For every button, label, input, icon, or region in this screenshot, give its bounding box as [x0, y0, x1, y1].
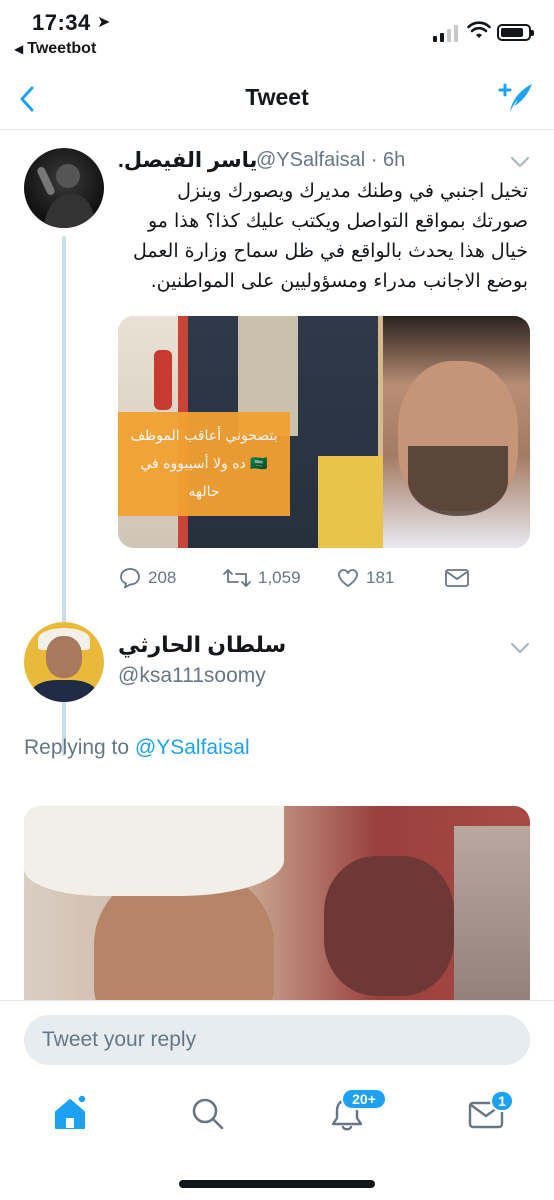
messages-badge: 1 [490, 1090, 514, 1112]
display-name[interactable]: سلطان الحارثي [118, 632, 286, 658]
photo-caption: بتصحوني أعاقب الموظف 🇸🇦 ده ولا أسيبووه ف… [118, 412, 290, 516]
chevron-down-icon[interactable] [510, 642, 530, 654]
reply-count: 208 [148, 568, 177, 587]
nav-bar: Tweet [0, 68, 554, 130]
back-to-app-button[interactable]: ◀ Tweetbot [14, 40, 96, 58]
tweet-header: ياسر الفيصل. @YSalfaisal · 6h [118, 148, 530, 178]
reply-icon [120, 568, 140, 589]
fire-extinguisher [154, 350, 172, 410]
location-icon: ➤ [97, 14, 111, 31]
compose-tweet-icon[interactable] [496, 80, 534, 116]
tweet-text: تخيل اجنبي في وطنك مديرك ويصورك وينزل صو… [133, 180, 528, 292]
car-headrest [324, 856, 454, 996]
reply-composer [0, 1000, 554, 1076]
like-count: 181 [366, 568, 395, 587]
status-bar: 17:34 ➤ ◀ Tweetbot [0, 0, 554, 68]
heart-icon [338, 569, 358, 587]
envelope-icon [445, 569, 469, 587]
back-app-label: Tweetbot [27, 40, 97, 57]
avatar[interactable] [24, 148, 104, 228]
reply-photo[interactable] [24, 806, 530, 1026]
tweet-actions: 208 1,059 181 [118, 564, 478, 592]
avatar[interactable] [24, 622, 104, 702]
tab-bar: 20+ 1 [0, 1076, 554, 1200]
chevron-down-icon[interactable] [510, 156, 530, 168]
page-title: Tweet [245, 84, 309, 110]
reply-button[interactable]: 208 [118, 564, 176, 592]
retweet-count: 1,059 [258, 568, 301, 587]
status-time: 17:34 [32, 10, 91, 35]
replying-prefix: Replying to [24, 736, 135, 759]
search-icon[interactable] [188, 1094, 228, 1134]
retweet-icon [223, 569, 251, 587]
share-via-message-button[interactable] [444, 564, 470, 592]
handle[interactable]: @ksa111soomy [118, 664, 266, 688]
avatar-portrait [37, 164, 96, 228]
cellular-signal-icon [433, 24, 458, 42]
wifi-icon [467, 21, 491, 38]
like-button[interactable]: 181 [336, 564, 394, 592]
timestamp: · 6h [370, 149, 406, 171]
display-name[interactable]: ياسر الفيصل. [118, 148, 257, 173]
home-icon[interactable] [50, 1094, 90, 1134]
home-indicator [179, 1180, 375, 1188]
battery-icon [497, 24, 534, 41]
replying-to: Replying to @YSalfaisal [24, 736, 250, 760]
notifications-badge: 20+ [341, 1088, 387, 1110]
replying-to-link[interactable]: @YSalfaisal [135, 736, 250, 759]
handle-and-time[interactable]: @YSalfaisal · 6h [256, 149, 405, 172]
handle: @YSalfaisal [256, 149, 366, 171]
tweet-photo[interactable]: بتصحوني أعاقب الموظف 🇸🇦 ده ولا أسيبووه ف… [118, 316, 530, 548]
retweet-button[interactable]: 1,059 [222, 564, 301, 592]
back-triangle-icon: ◀ [14, 42, 24, 56]
reply-input[interactable] [24, 1015, 530, 1065]
